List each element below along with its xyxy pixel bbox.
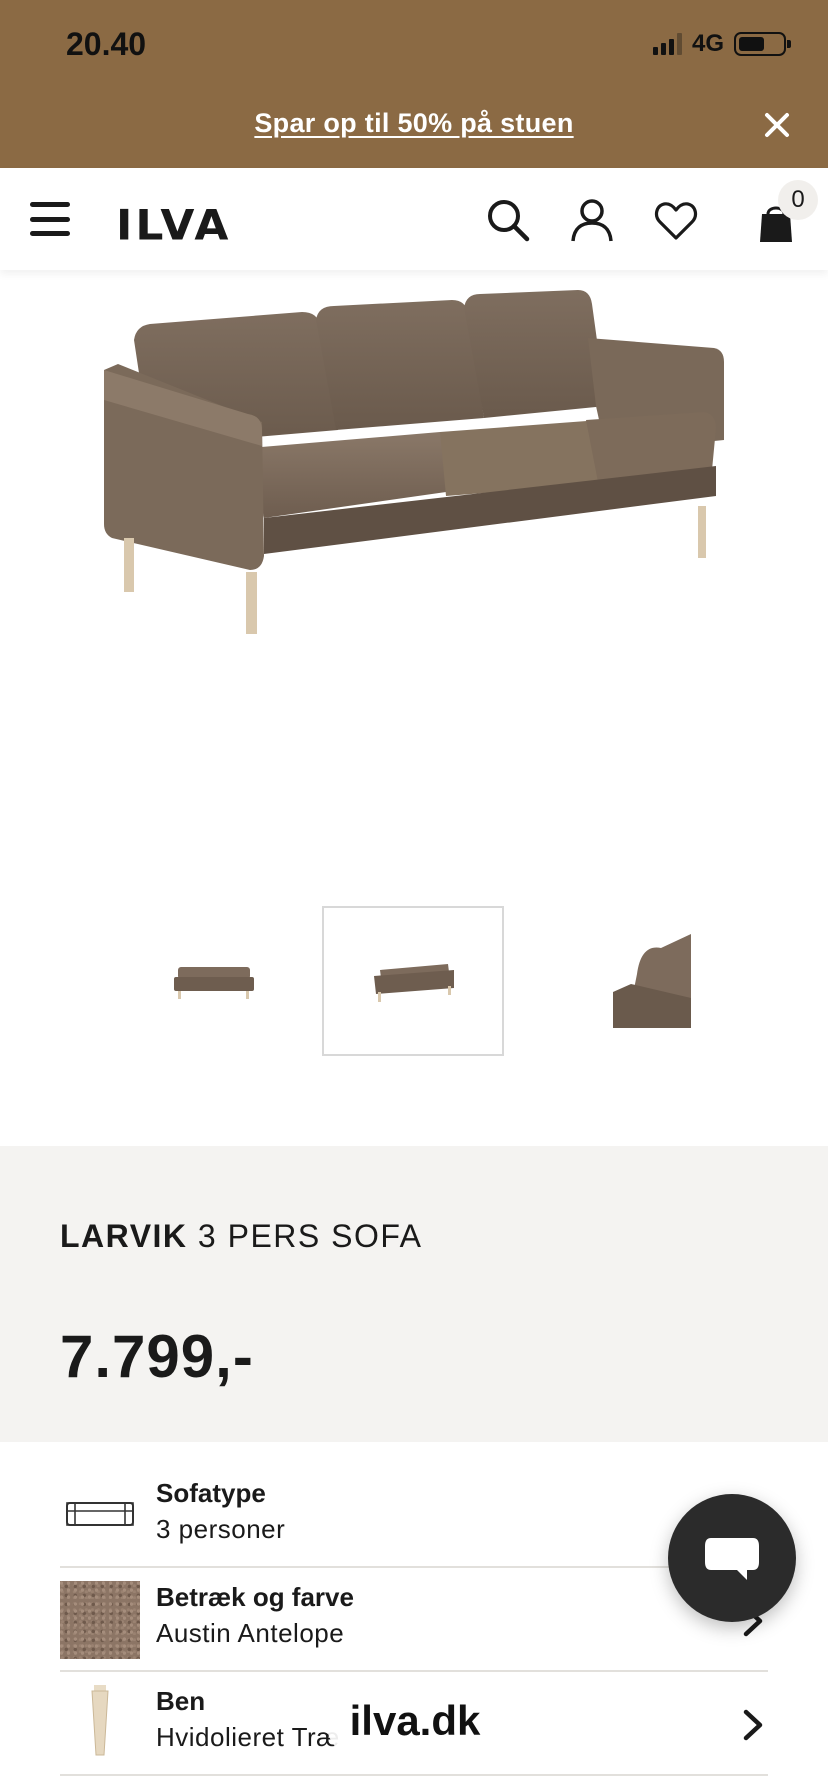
option-value: 3 personer (156, 1514, 286, 1544)
site-logo[interactable]: ILVA (116, 201, 231, 249)
thumbnail-1[interactable] (122, 906, 304, 1056)
option-value: Hvidolieret Træ (156, 1722, 340, 1752)
close-icon[interactable] (760, 108, 794, 142)
site-header: ILVA 0 (0, 168, 828, 270)
search-icon[interactable] (486, 198, 530, 242)
product-price: 7.799,- (60, 1323, 254, 1390)
status-time: 20.40 (66, 26, 147, 62)
fabric-swatch (60, 1580, 140, 1660)
chat-bubble-icon (705, 1538, 759, 1580)
promo-link[interactable]: Spar op til 50% på stuen (0, 108, 828, 139)
browser-url[interactable]: ilva.dk (326, 1680, 504, 1762)
account-icon[interactable] (570, 198, 614, 242)
status-indicators: 4G (652, 30, 791, 58)
option-fabric-color[interactable]: Betræk og farve Austin Antelope (60, 1568, 768, 1672)
thumbnail-strip (0, 906, 828, 1056)
product-name-rest: 3 PERS SOFA (197, 1218, 423, 1254)
product-title: LARVIK 3 PERS SOFA (60, 1218, 423, 1255)
product-image[interactable] (0, 270, 828, 870)
cart-count-badge: 0 (778, 180, 818, 220)
wishlist-heart-icon[interactable] (654, 198, 698, 242)
product-info: LARVIK 3 PERS SOFA 7.799,- (0, 1146, 828, 1442)
promo-banner: 20.40 4G Spar op til 50% på stuen (0, 0, 828, 168)
chevron-right-icon[interactable] (738, 1708, 768, 1742)
option-label: Betræk og farve (156, 1582, 354, 1612)
cellular-signal-icon (652, 33, 682, 55)
chat-button[interactable] (668, 1494, 796, 1622)
network-type: 4G (691, 30, 724, 57)
option-value: Austin Antelope (156, 1618, 345, 1648)
product-name-bold: LARVIK (60, 1218, 188, 1254)
option-label: Ben (156, 1686, 206, 1716)
option-sofatype[interactable]: Sofatype 3 personer (60, 1464, 768, 1568)
option-label: Sofatype (156, 1478, 266, 1508)
thumbnail-2[interactable] (322, 906, 504, 1056)
sofa-outline-icon (60, 1474, 140, 1554)
thumbnail-3[interactable] (560, 906, 742, 1056)
wooden-leg-icon (60, 1682, 140, 1762)
battery-icon (734, 32, 791, 56)
menu-icon[interactable] (30, 202, 70, 236)
